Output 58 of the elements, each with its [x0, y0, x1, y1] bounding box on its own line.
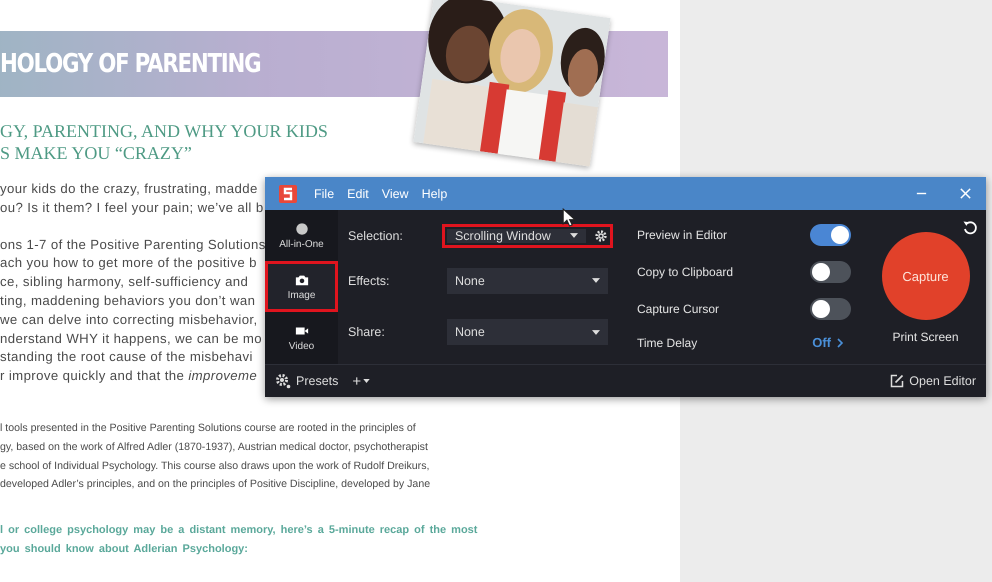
dropdown[interactable]: None [446, 319, 608, 346]
subtitle-line: GY, PARENTING, AND WHY YOUR KIDS [0, 120, 328, 142]
text-line: ting, maddening behaviors you don’t wan [0, 292, 256, 310]
reset-icon[interactable] [962, 220, 978, 236]
text-line: e school of Individual Psychology. This course also draws upon the work of Rudolf Dreikurs, [0, 458, 430, 474]
text-line: l tools presented in the Positive Parenting Solutions course are rooted in the principles of [0, 420, 416, 436]
text-line: ce, sibling harmony, self-sufficiency and [0, 273, 248, 292]
capture-type-tab[interactable]: Video [265, 312, 338, 363]
banner-title: HOLOGY OF PARENTING [0, 49, 260, 79]
caret-icon [570, 233, 578, 238]
setting-label: Selection: [348, 228, 404, 243]
text-line: r improve quickly and that the improveme [0, 367, 258, 386]
text-line: we can delve into correcting misbehavior, [0, 310, 258, 329]
toggle-switch[interactable] [810, 224, 851, 246]
camera-icon [294, 272, 308, 286]
text-line: ons 1-7 of the Positive Parenting Solutions [0, 236, 266, 254]
option-label: Time Delay [637, 336, 698, 350]
dropdown[interactable]: Scrolling Window [446, 228, 586, 243]
text-line: developed Adler’s principles, and on the principles of Positive Discipline, developed by Jane [0, 477, 430, 492]
option-label: Copy to Clipboard [637, 264, 734, 279]
logo-icon [279, 184, 297, 202]
text-line: ou? Is it them? I feel your pain; we’ve all b [0, 198, 264, 217]
text-line: nderstand WHY it happens, we can be mo [0, 330, 262, 348]
text-line: gy, based on the work of Alfred Adler (1870-1937), Austrian medical doctor, psychotherapist [0, 440, 428, 455]
option-label: Preview in Editor [637, 228, 728, 242]
text-line: you should know about Adlerian Psychology: [0, 542, 248, 557]
circle-icon [294, 222, 308, 236]
presets-button[interactable]: Presets [273, 371, 340, 391]
menu-item[interactable]: View [382, 186, 409, 200]
dropdown[interactable]: None [446, 268, 608, 294]
text-line: your kids do the crazy, frustrating, madde [0, 180, 258, 198]
menu-item[interactable]: Help [422, 186, 448, 200]
menu-item[interactable]: Edit [347, 186, 369, 200]
settings-icon[interactable] [594, 228, 608, 243]
close-icon[interactable] [959, 187, 972, 200]
toggle-switch[interactable] [810, 260, 851, 283]
open-editor-button[interactable]: Open Editor [888, 372, 978, 390]
caret-icon [363, 379, 370, 383]
add-preset-button[interactable]: + [350, 370, 372, 392]
caret-icon [592, 278, 600, 284]
text-line: l or college psychology may be a distant memory, here’s a 5-minute recap of the most [0, 523, 478, 538]
option-label: Capture Cursor [637, 302, 720, 316]
mouse-cursor-icon [562, 208, 575, 227]
setting-label: Share: [348, 325, 386, 340]
text-line: ach you how to get more of the positive b [0, 254, 257, 272]
chevron-icon [837, 338, 843, 348]
capture-type-tab[interactable]: All-in-One [265, 210, 338, 261]
subtitle-line: S MAKE YOU “CRAZY” [0, 142, 192, 164]
toggle-switch[interactable] [810, 298, 851, 320]
edit-icon [890, 374, 904, 388]
gear-icon [275, 373, 291, 389]
time-delay-link[interactable]: Off [812, 335, 843, 350]
caret-icon [592, 330, 600, 335]
setting-label: Effects: [348, 274, 390, 288]
menu-item[interactable]: File [314, 186, 334, 200]
text-line: standing the root cause of the misbehavi [0, 348, 253, 366]
capture-type-tab[interactable]: Image [265, 261, 338, 312]
shortcut-label: Print Screen [892, 330, 959, 344]
